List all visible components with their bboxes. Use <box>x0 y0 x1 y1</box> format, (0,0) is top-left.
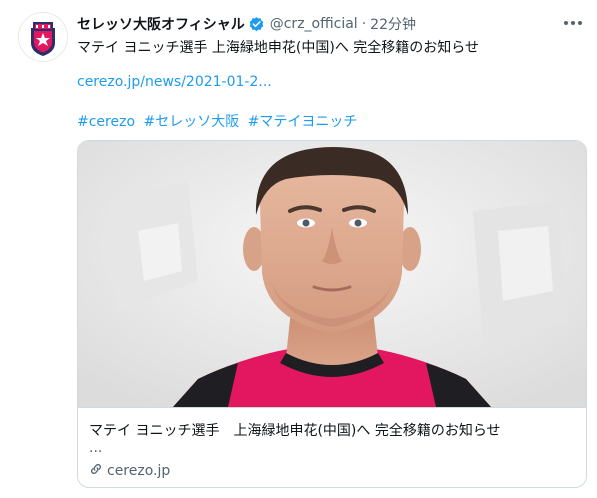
link-preview-card[interactable]: マテイ ヨニッチ選手 上海緑地申花(中国)へ 完全移籍のお知らせ ... cer… <box>77 140 587 488</box>
tweet-header: セレッソ大阪オフィシャル @crz_official · 22分钟 <box>77 13 547 35</box>
player-photo <box>78 141 586 407</box>
hashtag-matej-jonjic[interactable]: #マテイヨニッチ <box>248 114 358 130</box>
account-handle[interactable]: @crz_official <box>270 16 358 32</box>
account-avatar[interactable] <box>18 12 68 62</box>
hashtag-cerezo-osaka[interactable]: #セレッソ大阪 <box>143 114 239 130</box>
card-title: マテイ ヨニッチ選手 上海緑地申花(中国)へ 完全移籍のお知らせ <box>89 423 501 439</box>
card-info[interactable]: マテイ ヨニッチ選手 上海緑地申花(中国)へ 完全移籍のお知らせ ... cer… <box>78 407 586 487</box>
link-icon <box>89 462 103 480</box>
hashtag-cerezo[interactable]: #cerezo <box>77 114 135 130</box>
card-image[interactable] <box>78 141 586 407</box>
tweet-timestamp[interactable]: 22分钟 <box>370 14 416 34</box>
verified-badge-icon <box>248 16 265 33</box>
card-domain: cerezo.jp <box>89 462 170 480</box>
tweet-link[interactable]: cerezo.jp/news/2021-01-2... <box>77 74 272 90</box>
card-domain-label: cerezo.jp <box>107 463 171 479</box>
more-options-icon[interactable] <box>561 12 585 34</box>
display-name[interactable]: セレッソ大阪オフィシャル <box>77 14 245 34</box>
header-separator: · <box>361 16 367 32</box>
tweet[interactable]: セレッソ大阪オフィシャル @crz_official · 22分钟 マテイ ヨニ… <box>0 0 597 498</box>
card-description: ... <box>89 440 103 456</box>
club-crest-icon <box>19 13 67 61</box>
hashtag-list: #cerezo #セレッソ大阪 #マテイヨニッチ <box>77 111 361 131</box>
tweet-text: マテイ ヨニッチ選手 上海緑地申花(中国)へ 完全移籍のお知らせ <box>77 40 479 56</box>
